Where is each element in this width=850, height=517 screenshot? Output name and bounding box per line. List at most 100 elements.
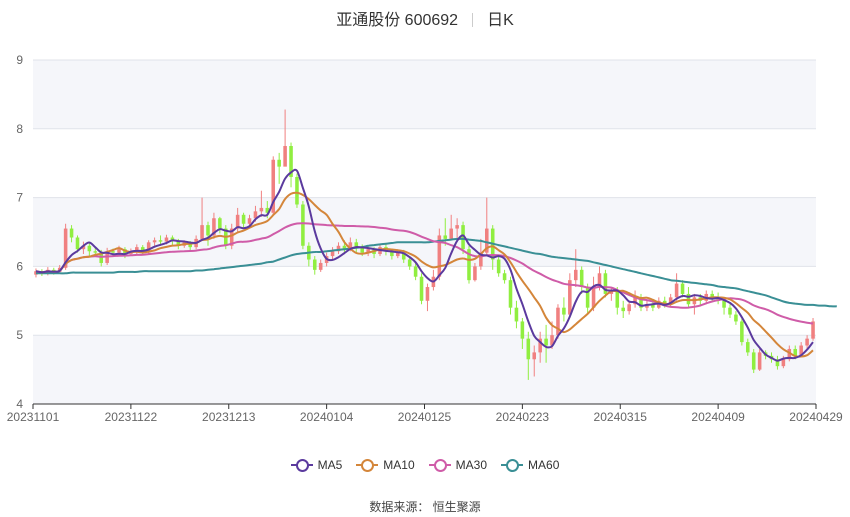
x-tick-label: 20240429	[789, 410, 843, 424]
candle	[508, 276, 513, 315]
candle-body	[455, 225, 459, 229]
legend-marker-ma10-icon	[356, 458, 379, 472]
candle	[621, 300, 625, 318]
candle-body	[746, 342, 750, 353]
candle-body	[407, 259, 412, 267]
candle-body	[757, 352, 762, 370]
x-tick-label: 20231101	[7, 410, 60, 424]
candle	[467, 245, 471, 284]
candle	[751, 348, 756, 374]
candle	[419, 273, 424, 305]
candle	[514, 300, 519, 329]
legend-item-ma10[interactable]: MA10	[356, 458, 415, 472]
data-source: 数据来源： 恒生聚源	[369, 500, 481, 514]
candle	[692, 293, 697, 315]
legend-item-ma5[interactable]: MA5	[290, 458, 343, 472]
candle	[740, 318, 744, 346]
candle-body	[496, 259, 501, 274]
candle-body	[111, 251, 115, 253]
candle-body	[734, 314, 738, 322]
candle	[502, 269, 507, 284]
y-tick-label: 4	[16, 397, 23, 411]
candle-body	[200, 225, 204, 239]
candle-body	[722, 300, 726, 308]
legend-marker-ma5-icon	[290, 458, 313, 472]
candle-body	[425, 287, 430, 301]
legend-marker-ma30-icon	[428, 458, 451, 472]
y-tick-label: 7	[16, 191, 23, 205]
candle	[289, 142, 293, 188]
candle-body	[449, 228, 453, 239]
x-tick-label: 20240409	[691, 410, 745, 424]
kline-chart: 4 5 6 7 8 9 20231101 20231122 20231213 20240104 20…	[7, 53, 843, 424]
candle-body	[277, 159, 281, 167]
candle-body	[419, 276, 424, 301]
candle-body	[728, 307, 732, 315]
legend-item-ma60[interactable]: MA60	[501, 458, 559, 472]
candle-body	[318, 262, 323, 270]
candle-body	[680, 283, 685, 294]
candle-body	[579, 269, 584, 288]
candle-body	[218, 218, 222, 229]
candle-body	[621, 307, 625, 312]
candle	[639, 293, 643, 312]
grid-band	[33, 197, 816, 267]
candle-body	[241, 214, 246, 224]
candle-body	[556, 307, 560, 336]
candle-body	[508, 280, 513, 308]
candle-body	[514, 307, 519, 322]
legend-label-ma30: MA30	[455, 458, 488, 472]
legend-label-ma5: MA5	[317, 458, 343, 472]
candle-body	[295, 176, 299, 205]
candle	[674, 273, 679, 301]
candle	[277, 152, 281, 184]
candle-body	[152, 240, 157, 243]
candle-body	[805, 338, 809, 346]
candle	[562, 297, 566, 322]
candle	[301, 201, 305, 250]
x-tick-label: 20231213	[202, 410, 256, 424]
candle-body	[627, 304, 631, 312]
legend: MA5 MA10 MA30 MA60	[0, 458, 850, 472]
candle-body	[69, 228, 74, 238]
candle	[609, 287, 614, 301]
candle	[633, 290, 637, 308]
candle	[728, 304, 732, 318]
candle-body	[615, 290, 620, 308]
candle-body	[259, 207, 264, 212]
x-tick-label: 20231122	[105, 410, 158, 424]
candle-body	[781, 359, 786, 367]
candle-body	[740, 321, 744, 343]
legend-label-ma10: MA10	[383, 458, 415, 472]
candle-body	[330, 251, 335, 257]
y-tick-label: 8	[16, 122, 23, 136]
candle	[680, 280, 685, 298]
candle-body	[301, 204, 305, 246]
candle-body	[443, 235, 448, 239]
candle-body	[573, 269, 578, 281]
candle-body	[532, 352, 537, 360]
y-tick-label: 6	[16, 259, 23, 273]
candle-body	[164, 237, 169, 242]
candle-body	[751, 352, 756, 370]
candle-body	[312, 259, 317, 270]
candle-body	[674, 283, 679, 298]
y-tick-label: 9	[16, 53, 23, 67]
candle	[734, 311, 738, 325]
candle-body	[247, 218, 252, 224]
candle-body	[93, 251, 98, 253]
x-tick-label: 20240125	[398, 410, 452, 424]
candle	[579, 266, 584, 294]
candle	[425, 283, 430, 312]
legend-item-ma30[interactable]: MA30	[428, 458, 488, 472]
candle	[437, 228, 442, 281]
candle-body	[283, 146, 287, 167]
candle-body	[562, 307, 566, 315]
x-tick-label: 20240223	[496, 410, 550, 424]
candle-body	[473, 266, 477, 281]
candle-body	[526, 338, 531, 360]
candle-body	[544, 338, 548, 346]
candle-body	[520, 321, 525, 339]
candle-body	[413, 266, 418, 277]
grid-band	[33, 335, 816, 404]
